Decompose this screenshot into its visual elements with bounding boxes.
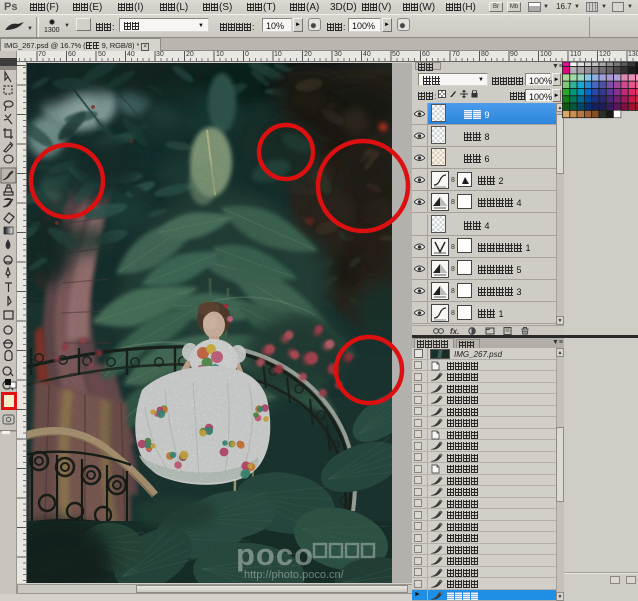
svg-text:poco: poco: [236, 537, 314, 572]
svg-text:http://photo.poco.cn/: http://photo.poco.cn/: [244, 569, 345, 581]
